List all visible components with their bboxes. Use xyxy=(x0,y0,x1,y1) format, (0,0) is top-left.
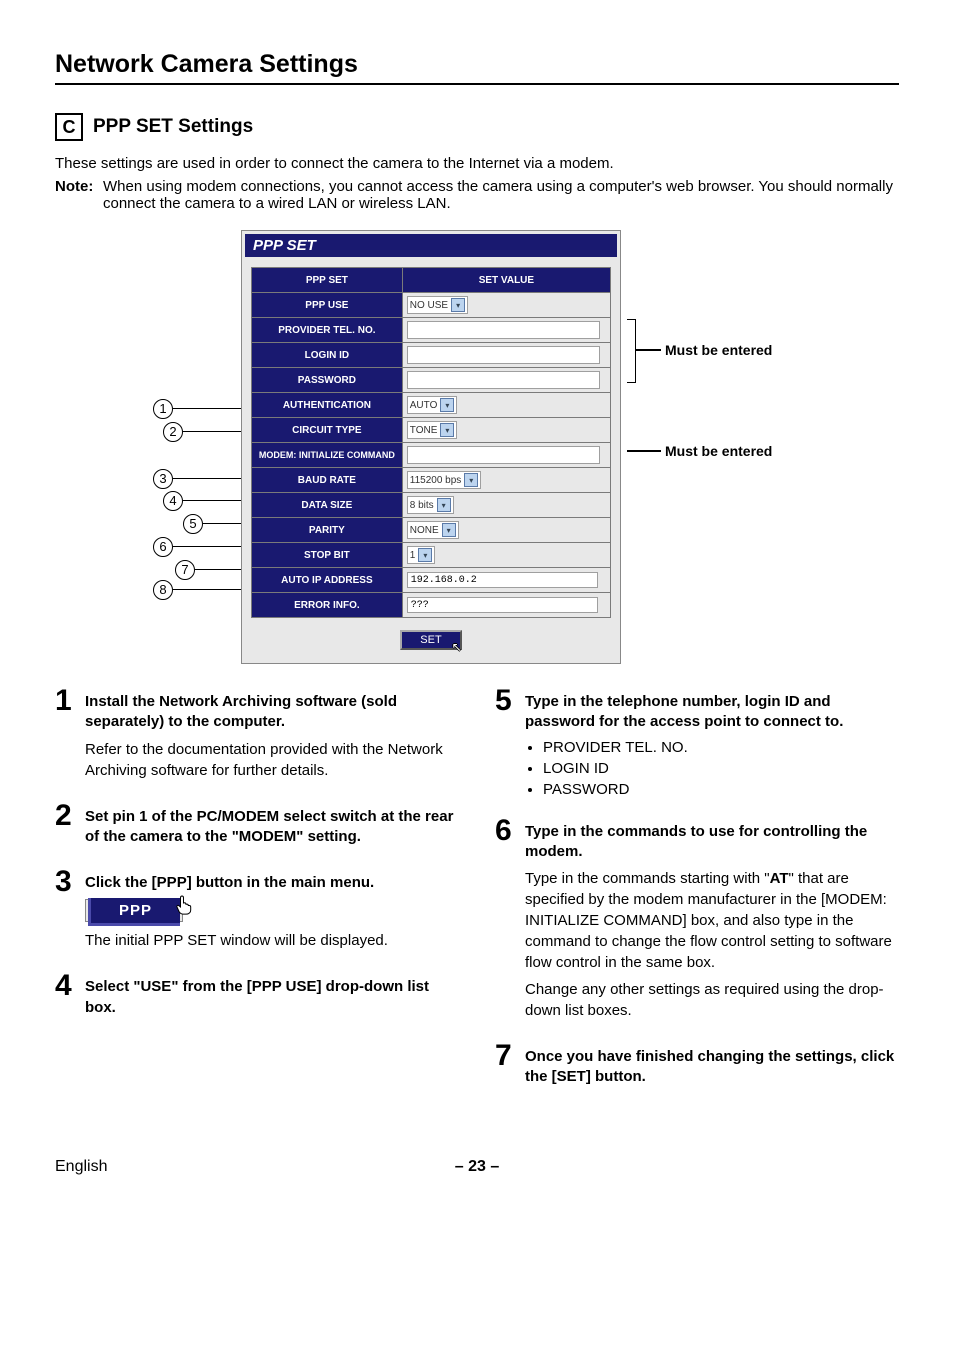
parity-select[interactable]: NONE▾ xyxy=(407,521,459,539)
row-modem-init-label: MODEM: INITIALIZE COMMAND xyxy=(252,443,403,468)
ppp-table: PPP SET SET VALUE PPP USE NO USE▾ PROVID… xyxy=(251,267,611,618)
intro-text: These settings are used in order to conn… xyxy=(55,155,899,172)
stop-bit-select[interactable]: 1▾ xyxy=(407,546,436,564)
row-login-id-label: LOGIN ID xyxy=(252,343,403,368)
chevron-down-icon: ▾ xyxy=(437,498,451,512)
row-ppp-use-label: PPP USE xyxy=(252,293,403,318)
right-column: 5 Type in the telephone number, login ID… xyxy=(495,686,899,1108)
row-autoip-label: AUTO IP ADDRESS xyxy=(252,568,403,593)
step-5-number: 5 xyxy=(495,686,525,802)
bullet-provider-tel: PROVIDER TEL. NO. xyxy=(543,739,899,756)
footer-language: English xyxy=(55,1158,107,1175)
callout-8: 8 xyxy=(153,580,173,600)
row-parity-label: PARITY xyxy=(252,518,403,543)
chevron-down-icon: ▾ xyxy=(440,398,454,412)
callout-right: Must be entered Must be entered xyxy=(621,230,801,650)
page-title: Network Camera Settings xyxy=(55,50,899,85)
row-stopbit-label: STOP BIT xyxy=(252,543,403,568)
step-6-head: Type in the commands to use for controll… xyxy=(525,822,899,863)
step-1-head: Install the Network Archiving software (… xyxy=(85,692,459,733)
provider-tel-input[interactable] xyxy=(407,321,600,339)
note-label: Note: xyxy=(55,178,103,212)
ppp-figure: 1 2 3 4 5 6 7 8 PPP SET PPP SET xyxy=(55,230,899,664)
step-4-head: Select "USE" from the [PPP USE] drop-dow… xyxy=(85,977,459,1018)
chevron-down-icon: ▾ xyxy=(464,473,478,487)
step-6-text: Type in the commands starting with "AT" … xyxy=(525,868,899,973)
ppp-menu-button[interactable]: PPP xyxy=(88,898,180,926)
step-7-number: 7 xyxy=(495,1041,525,1094)
must-entered-1: Must be entered xyxy=(665,342,772,358)
ppp-use-select[interactable]: NO USE▾ xyxy=(407,296,468,314)
callout-1: 1 xyxy=(153,399,173,419)
row-auth-label: AUTHENTICATION xyxy=(252,393,403,418)
bullet-login-id: LOGIN ID xyxy=(543,760,899,777)
row-password-label: PASSWORD xyxy=(252,368,403,393)
step-6-text2: Change any other settings as required us… xyxy=(525,979,899,1021)
step-3-text: The initial PPP SET window will be displ… xyxy=(85,930,459,951)
bullet-password: PASSWORD xyxy=(543,781,899,798)
step-1-text: Refer to the documentation provided with… xyxy=(85,739,459,781)
chevron-down-icon: ▾ xyxy=(451,298,465,312)
section-letter-box: C xyxy=(55,113,83,141)
callout-6: 6 xyxy=(153,537,173,557)
section-title: PPP SET Settings xyxy=(93,116,253,138)
login-id-input[interactable] xyxy=(407,346,600,364)
must-entered-2: Must be entered xyxy=(665,443,772,459)
step-5-head: Type in the telephone number, login ID a… xyxy=(525,692,899,733)
step-4-number: 4 xyxy=(55,971,85,1024)
ppp-header-left: PPP SET xyxy=(252,268,403,293)
callout-numbers-left: 1 2 3 4 5 6 7 8 xyxy=(153,230,241,650)
left-column: 1 Install the Network Archiving software… xyxy=(55,686,459,1108)
chevron-down-icon: ▾ xyxy=(442,523,456,537)
callout-2: 2 xyxy=(163,422,183,442)
callout-4: 4 xyxy=(163,491,183,511)
note: Note: When using modem connections, you … xyxy=(55,178,899,212)
page-footer: English – 23 – xyxy=(55,1158,899,1176)
step-1-number: 1 xyxy=(55,686,85,787)
ppp-set-panel: PPP SET PPP SET SET VALUE PPP USE NO USE… xyxy=(241,230,621,664)
steps-columns: 1 Install the Network Archiving software… xyxy=(55,686,899,1108)
chevron-down-icon: ▾ xyxy=(418,548,432,562)
hand-cursor-icon xyxy=(175,894,195,921)
step-6-number: 6 xyxy=(495,816,525,1028)
note-text: When using modem connections, you cannot… xyxy=(103,178,899,212)
error-info-value: ??? xyxy=(407,597,598,613)
data-size-select[interactable]: 8 bits▾ xyxy=(407,496,454,514)
row-datasize-label: DATA SIZE xyxy=(252,493,403,518)
step-5-bullets: PROVIDER TEL. NO. LOGIN ID PASSWORD xyxy=(525,739,899,798)
ppp-panel-title: PPP SET xyxy=(245,234,617,257)
password-input[interactable] xyxy=(407,371,600,389)
authentication-select[interactable]: AUTO▾ xyxy=(407,396,458,414)
callout-3: 3 xyxy=(153,469,173,489)
step-2-head: Set pin 1 of the PC/MODEM select switch … xyxy=(85,807,459,848)
cursor-arrow-icon: ↖ xyxy=(452,640,462,654)
row-provider-tel-label: PROVIDER TEL. NO. xyxy=(252,318,403,343)
step-3-head: Click the [PPP] button in the main menu. xyxy=(85,873,459,893)
circuit-type-select[interactable]: TONE▾ xyxy=(407,421,458,439)
row-baud-label: BAUD RATE xyxy=(252,468,403,493)
section-heading: C PPP SET Settings xyxy=(55,113,899,141)
callout-7: 7 xyxy=(175,560,195,580)
modem-init-input[interactable] xyxy=(407,446,600,464)
callout-5: 5 xyxy=(183,514,203,534)
auto-ip-value: 192.168.0.2 xyxy=(407,572,598,588)
ppp-header-right: SET VALUE xyxy=(402,268,610,293)
step-7-head: Once you have finished changing the sett… xyxy=(525,1047,899,1088)
set-button[interactable]: SET ↖ xyxy=(400,630,461,650)
step-3-number: 3 xyxy=(55,867,85,957)
step-2-number: 2 xyxy=(55,801,85,854)
footer-page-number: – 23 – xyxy=(455,1158,499,1176)
baud-rate-select[interactable]: 115200 bps▾ xyxy=(407,471,482,489)
row-circuit-label: CIRCUIT TYPE xyxy=(252,418,403,443)
row-error-label: ERROR INFO. xyxy=(252,593,403,618)
chevron-down-icon: ▾ xyxy=(440,423,454,437)
